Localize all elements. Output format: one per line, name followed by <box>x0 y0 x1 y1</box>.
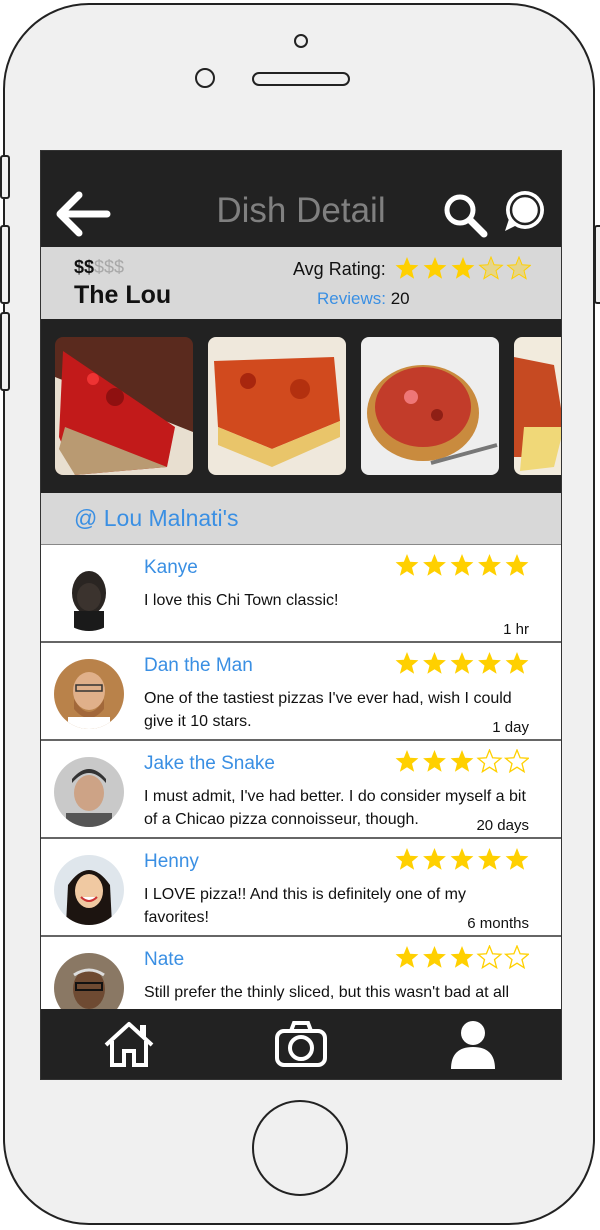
star-filled-icon <box>395 946 419 968</box>
star-rating <box>395 748 531 774</box>
avg-rating-label: Avg Rating: <box>293 259 386 279</box>
home-button[interactable] <box>252 1100 348 1196</box>
star-filled-icon <box>450 652 474 674</box>
star-filled-icon <box>450 554 474 576</box>
star-empty-icon <box>503 748 531 774</box>
review-stars <box>395 748 531 778</box>
camera-icon[interactable] <box>274 1019 328 1069</box>
star-filled-icon <box>450 848 474 870</box>
star-filled-icon <box>395 652 419 674</box>
star-filled-icon <box>423 554 446 576</box>
star-filled-icon <box>478 652 501 674</box>
review-text: I love this Chi Town classic! <box>144 592 339 609</box>
star-rating <box>395 848 529 870</box>
volume-up-button <box>0 225 10 304</box>
dish-photo[interactable] <box>55 337 193 475</box>
review-item: Kanye I love this Chi Town classic! 1 hr <box>41 545 561 643</box>
search-icon[interactable] <box>441 191 489 239</box>
star-filled-icon <box>423 946 446 968</box>
review-time: 6 months <box>467 915 529 932</box>
avatar[interactable] <box>54 659 124 729</box>
reviewer-name[interactable]: Henny <box>144 851 199 873</box>
star-filled-icon <box>395 848 419 870</box>
star-filled-icon <box>451 257 475 279</box>
earpiece-speaker <box>252 72 350 86</box>
avatar[interactable] <box>54 855 124 925</box>
review-stars <box>395 847 529 876</box>
star-filled-icon <box>505 848 529 870</box>
avatar[interactable] <box>54 757 124 827</box>
dish-photo[interactable] <box>361 337 499 475</box>
review-list[interactable]: Kanye I love this Chi Town classic! 1 hr… <box>41 545 561 1009</box>
reviews-label: Reviews: <box>317 289 386 308</box>
power-button <box>594 225 600 304</box>
star-rating <box>395 652 529 674</box>
profile-icon[interactable] <box>446 1019 500 1069</box>
star-filled-icon <box>395 257 419 279</box>
star-filled-icon <box>450 946 474 968</box>
volume-down-button <box>0 312 10 391</box>
review-item: Dan the Man One of the tastiest pizzas I… <box>41 643 561 741</box>
star-filled-icon <box>395 750 419 772</box>
price-on: $$ <box>74 257 95 277</box>
screen: Dish Detail $$$$$ The Lou Avg Rating: Re… <box>40 150 562 1080</box>
review-stars <box>395 553 529 582</box>
restaurant-link[interactable]: @ Lou Malnati's <box>74 505 239 532</box>
star-rating <box>395 944 531 970</box>
dish-name: The Lou <box>74 281 172 309</box>
arrow-left-icon[interactable] <box>53 189 111 239</box>
front-camera <box>294 34 308 48</box>
chat-bubble-icon[interactable] <box>503 189 547 233</box>
star-filled-icon <box>505 554 529 576</box>
price-level: $$$$$ <box>74 257 124 278</box>
star-filled-icon <box>423 652 446 674</box>
star-rating <box>395 554 529 576</box>
star-filled-icon <box>395 554 419 576</box>
star-filled-icon <box>450 750 474 772</box>
avatar[interactable] <box>54 561 124 631</box>
restaurant-bar: @ Lou Malnati's <box>41 493 561 545</box>
reviewer-name[interactable]: Jake the Snake <box>144 753 275 775</box>
review-time: 1 day <box>492 719 529 736</box>
review-stars <box>395 651 529 680</box>
dish-info-bar: $$$$$ The Lou Avg Rating: Reviews: 20 <box>41 247 561 319</box>
reviewer-name[interactable]: Kanye <box>144 557 198 579</box>
app-header: Dish Detail <box>41 151 561 247</box>
reviews-value: 20 <box>390 289 410 308</box>
star-filled-icon <box>423 848 446 870</box>
dish-photo[interactable] <box>514 337 561 475</box>
page-title: Dish Detail <box>216 191 386 230</box>
star-filled-icon <box>478 554 501 576</box>
price-off: $$$ <box>94 257 125 277</box>
star-filled-icon <box>505 652 529 674</box>
review-text: One of the tastiest pizzas I've ever had… <box>144 690 512 730</box>
reviewer-name[interactable]: Dan the Man <box>144 655 253 677</box>
review-text: Still prefer the thinly sliced, but this… <box>144 984 510 1001</box>
star-empty-icon <box>478 255 504 280</box>
review-item: Henny I LOVE pizza!! And this is definit… <box>41 839 561 937</box>
star-empty-icon <box>503 944 531 970</box>
star-filled-icon <box>423 750 446 772</box>
review-item: Nate Still prefer the thinly sliced, but… <box>41 937 561 1009</box>
review-time: 1 hr <box>503 621 529 638</box>
review-time: 20 days <box>476 817 529 834</box>
star-empty-icon <box>476 944 503 970</box>
proximity-sensor <box>195 68 215 88</box>
reviews-count[interactable]: Reviews: 20 <box>317 289 410 309</box>
avatar[interactable] <box>54 953 124 1009</box>
photo-carousel[interactable] <box>41 319 561 493</box>
review-item: Jake the Snake I must admit, I've had be… <box>41 741 561 839</box>
star-empty-icon <box>476 748 503 774</box>
home-icon[interactable] <box>102 1019 156 1069</box>
reviewer-name[interactable]: Nate <box>144 949 184 971</box>
star-empty-icon <box>506 255 532 280</box>
bottom-tab-bar <box>41 1009 561 1079</box>
star-filled-icon <box>423 257 447 279</box>
review-stars <box>395 944 531 974</box>
dish-photo[interactable] <box>208 337 346 475</box>
silent-switch <box>0 155 10 199</box>
star-filled-icon <box>478 848 501 870</box>
star-rating <box>395 255 532 280</box>
avg-rating-stars <box>395 255 532 280</box>
